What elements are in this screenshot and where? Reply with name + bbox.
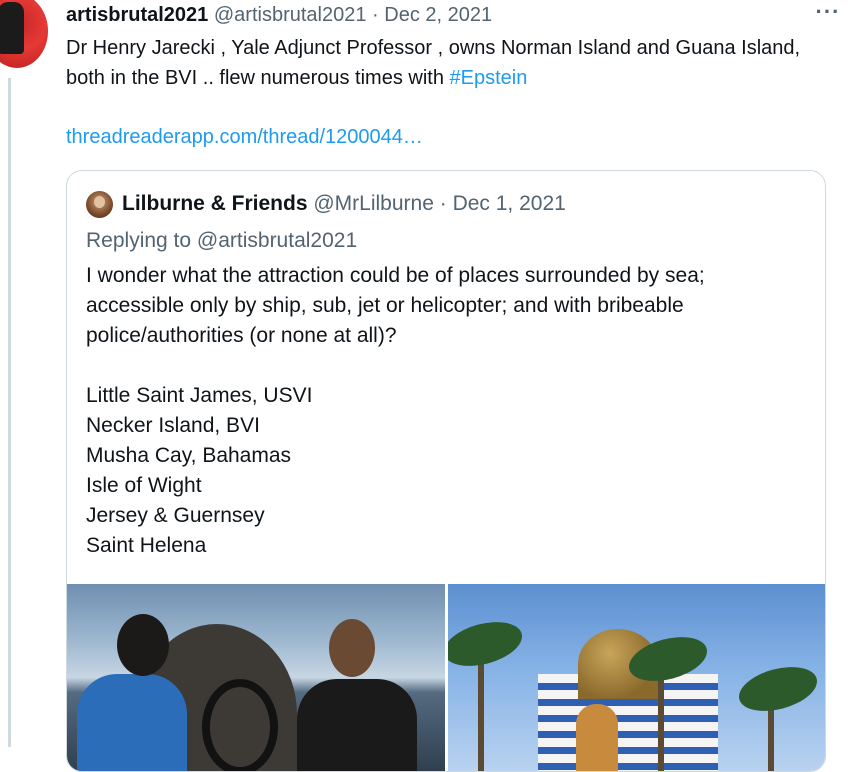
hashtag-link[interactable]: #Epstein <box>450 67 528 89</box>
author-display-name[interactable]: artisbrutal2021 <box>66 4 208 26</box>
quote-date: Dec 1, 2021 <box>452 192 566 215</box>
place-item: Isle of Wight <box>86 474 202 497</box>
hatch-wheel <box>202 679 278 771</box>
person-blue-shirt <box>77 674 187 771</box>
author-avatar[interactable] <box>0 0 48 68</box>
palm-fronds <box>448 614 527 674</box>
quote-body: I wonder what the attraction could be of… <box>86 264 705 347</box>
replying-to-label: Replying to @artisbrutal2021 <box>86 229 358 252</box>
palm-fronds <box>734 659 822 719</box>
place-item: Little Saint James, USVI <box>86 384 313 407</box>
quote-header: Lilburne & Friends @MrLilburne · Dec 1, … <box>122 189 566 219</box>
places-list: Little Saint James, USVI Necker Island, … <box>86 381 806 561</box>
thread-connector-line <box>8 78 11 747</box>
quoted-tweet-card[interactable]: Lilburne & Friends @MrLilburne · Dec 1, … <box>66 170 826 772</box>
photo-submarine-crew[interactable] <box>67 584 445 771</box>
tweet-date[interactable]: Dec 2, 2021 <box>384 4 492 26</box>
header-separator: · <box>372 4 379 26</box>
tweet-header: artisbrutal2021 @artisbrutal2021 · Dec 2… <box>66 2 806 28</box>
place-item: Jersey & Guernsey <box>86 504 265 527</box>
photo-striped-temple[interactable] <box>448 584 825 771</box>
avatar-figure <box>0 2 24 54</box>
quote-text: I wonder what the attraction could be of… <box>86 261 806 561</box>
building-arch <box>576 704 618 771</box>
thread-reader-link[interactable]: threadreaderapp.com/thread/1200044… <box>66 122 423 152</box>
place-item: Necker Island, BVI <box>86 414 260 437</box>
person-dark-hair <box>117 614 169 676</box>
tweet-text: Dr Henry Jarecki , Yale Adjunct Professo… <box>66 33 836 93</box>
quote-separator: · <box>439 192 447 215</box>
author-handle[interactable]: @artisbrutal2021 <box>214 4 367 26</box>
quote-handle: @MrLilburne <box>313 192 434 215</box>
person-black-shirt <box>297 679 417 771</box>
more-options-icon[interactable]: ··· <box>813 1 843 26</box>
quote-display-name: Lilburne & Friends <box>122 192 308 215</box>
quote-author-avatar <box>86 191 113 218</box>
person-head <box>329 619 375 677</box>
quote-media <box>67 584 825 771</box>
place-item: Musha Cay, Bahamas <box>86 444 292 467</box>
place-item: Saint Helena <box>86 534 207 557</box>
tweet-body: Dr Henry Jarecki , Yale Adjunct Professo… <box>66 37 801 89</box>
